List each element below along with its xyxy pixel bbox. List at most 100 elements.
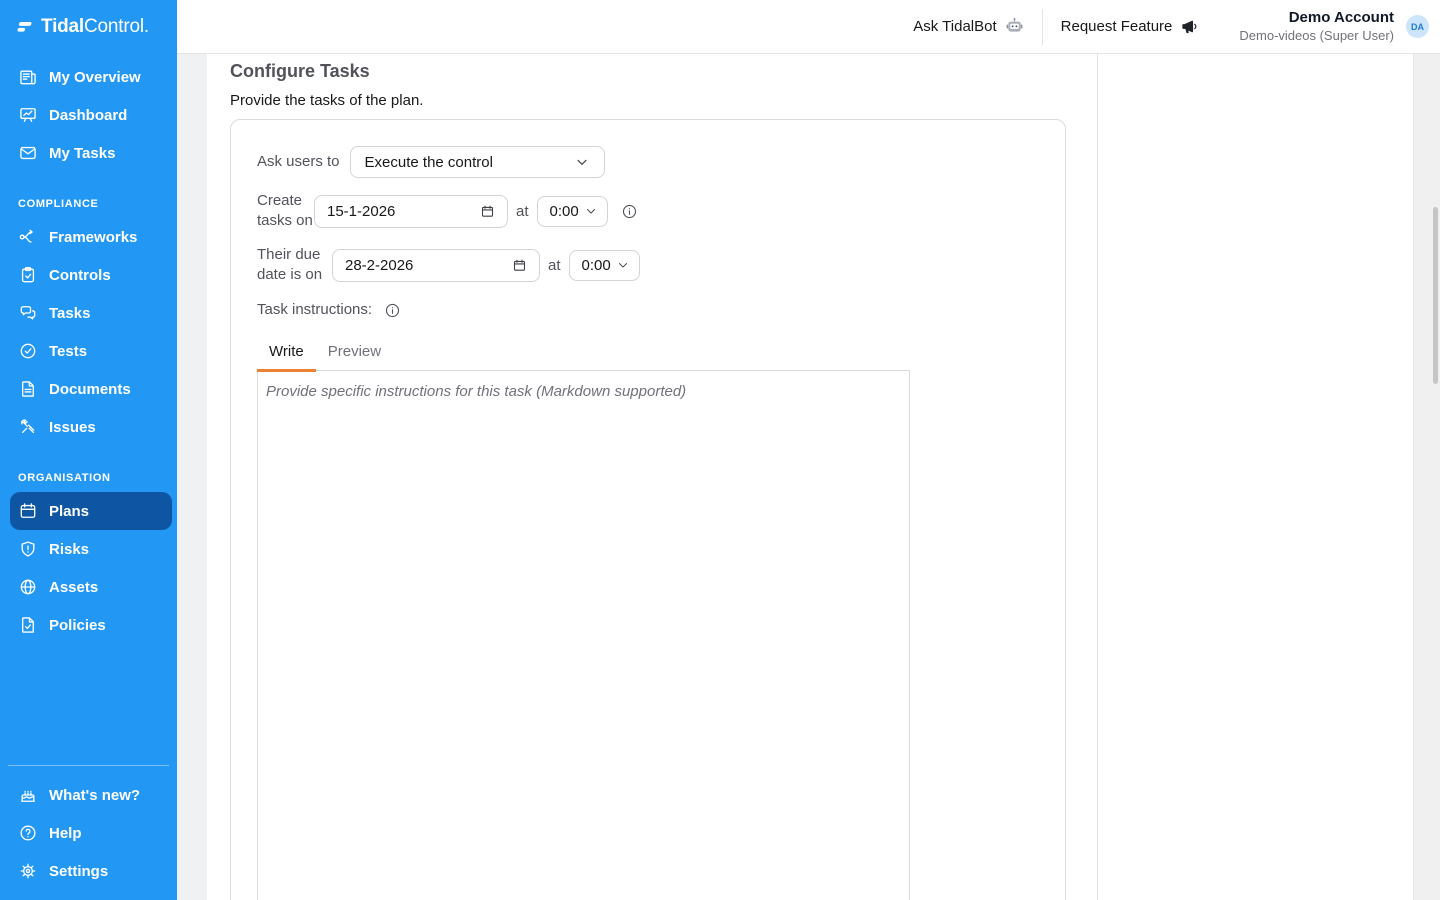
page-title: Configure Tasks — [230, 61, 1097, 82]
sidebar-item-controls[interactable]: Controls — [0, 256, 177, 294]
sidebar-item-label: Dashboard — [49, 107, 127, 124]
sidebar-item-documents[interactable]: Documents — [0, 370, 177, 408]
cake-icon — [18, 785, 38, 805]
sidebar-item-assets[interactable]: Assets — [0, 568, 177, 606]
sidebar-item-label: My Tasks — [49, 145, 115, 162]
newspaper-icon — [18, 67, 38, 87]
sidebar-item-label: Plans — [49, 503, 89, 520]
sidebar-item-label: Issues — [49, 419, 96, 436]
sidebar-nav: My Overview Dashboard My Tasks COMPLIANC… — [0, 54, 177, 900]
calendar-icon — [18, 501, 38, 521]
main-column: Configure Tasks Provide the tasks of the… — [207, 54, 1098, 900]
tidalcontrol-logo-icon — [14, 17, 34, 37]
create-tasks-info-button[interactable] — [621, 203, 638, 220]
sidebar-bottom-group: What's new? Help Settings — [8, 765, 169, 900]
scrollbar-thumb[interactable] — [1433, 207, 1438, 384]
info-icon — [621, 203, 638, 220]
instructions-textarea[interactable] — [258, 371, 909, 900]
due-time-value: 0:00 — [582, 257, 611, 274]
tab-write[interactable]: Write — [257, 337, 316, 370]
ask-users-label: Ask users to — [257, 152, 340, 172]
scrollbar-track — [1413, 54, 1440, 900]
chat-bubbles-icon — [18, 303, 38, 323]
sidebar: TidalControl. My Overview Dashboard My T… — [0, 0, 177, 900]
document-text-icon — [18, 379, 38, 399]
chevron-down-icon — [616, 258, 630, 272]
robot-icon — [1005, 17, 1024, 36]
shield-exclamation-icon — [18, 539, 38, 559]
sidebar-item-label: My Overview — [49, 69, 141, 86]
sidebar-item-label: Risks — [49, 541, 89, 558]
sidebar-item-policies[interactable]: Policies — [0, 606, 177, 644]
at-label: at — [516, 203, 529, 220]
account-name: Demo Account — [1239, 9, 1394, 28]
avatar[interactable]: DA — [1406, 15, 1429, 38]
page-subtitle: Provide the tasks of the plan. — [230, 92, 1097, 109]
request-feature-button[interactable]: Request Feature — [1061, 17, 1200, 36]
chevron-down-icon — [584, 204, 598, 218]
sidebar-item-settings[interactable]: Settings — [8, 852, 169, 890]
topbar-divider — [1042, 9, 1043, 45]
sidebar-item-tests[interactable]: Tests — [0, 332, 177, 370]
create-time-select[interactable]: 0:00 — [537, 196, 608, 227]
sidebar-item-label: Documents — [49, 381, 131, 398]
due-date-value: 28-2-2026 — [345, 257, 413, 274]
sidebar-item-label: Help — [49, 825, 82, 842]
sidebar-item-my-tasks[interactable]: My Tasks — [0, 134, 177, 172]
sidebar-item-risks[interactable]: Risks — [0, 530, 177, 568]
create-tasks-label: Create tasks on — [257, 191, 314, 231]
create-date-value: 15-1-2026 — [327, 203, 395, 220]
content-area: Configure Tasks Provide the tasks of the… — [177, 54, 1440, 900]
brand-name: TidalControl. — [41, 16, 149, 38]
account-role: Demo-videos (Super User) — [1239, 28, 1394, 44]
sidebar-item-issues[interactable]: Issues — [0, 408, 177, 446]
clipboard-check-icon — [18, 265, 38, 285]
account-info[interactable]: Demo Account Demo-videos (Super User) — [1239, 9, 1394, 44]
editor-tabs: Write Preview — [257, 337, 910, 371]
tasks-form-card: Ask users to Execute the control Create … — [230, 119, 1066, 900]
wrench-screwdriver-icon — [18, 417, 38, 437]
topbar: Ask TidalBot Request Feature Demo Accoun… — [177, 0, 1440, 54]
document-check-icon — [18, 615, 38, 635]
due-date-input[interactable]: 28-2-2026 — [332, 249, 540, 282]
sidebar-item-label: Controls — [49, 267, 111, 284]
calendar-picker-icon — [512, 258, 527, 273]
sidebar-item-label: Tasks — [49, 305, 90, 322]
create-date-input[interactable]: 15-1-2026 — [314, 195, 508, 228]
sidebar-item-label: Tests — [49, 343, 87, 360]
create-time-value: 0:00 — [550, 203, 579, 220]
ask-users-select[interactable]: Execute the control — [350, 146, 605, 178]
info-icon — [384, 302, 401, 319]
sidebar-item-whats-new[interactable]: What's new? — [8, 776, 169, 814]
tab-preview[interactable]: Preview — [316, 337, 393, 370]
envelope-icon — [18, 143, 38, 163]
megaphone-icon — [1180, 17, 1199, 36]
create-tasks-row: Create tasks on 15-1-2026 at 0:00 — [257, 191, 1065, 231]
due-date-label: Their due date is on — [257, 245, 323, 285]
check-badge-icon — [18, 341, 38, 361]
ask-users-value: Execute the control — [365, 154, 493, 171]
ask-users-row: Ask users to Execute the control — [257, 146, 1065, 178]
sidebar-item-label: Frameworks — [49, 229, 137, 246]
calendar-picker-icon — [480, 204, 495, 219]
sidebar-item-help[interactable]: Help — [8, 814, 169, 852]
brand-logo[interactable]: TidalControl. — [0, 0, 177, 54]
sidebar-item-tasks[interactable]: Tasks — [0, 294, 177, 332]
sidebar-item-label: What's new? — [49, 787, 140, 804]
ask-tidalbot-button[interactable]: Ask TidalBot — [913, 17, 1023, 36]
sidebar-section-compliance: COMPLIANCE — [0, 198, 177, 210]
request-feature-label: Request Feature — [1061, 18, 1173, 35]
presentation-chart-icon — [18, 105, 38, 125]
due-date-row: Their due date is on 28-2-2026 at 0:00 — [257, 245, 1065, 285]
sidebar-item-my-overview[interactable]: My Overview — [0, 58, 177, 96]
sidebar-item-frameworks[interactable]: Frameworks — [0, 218, 177, 256]
flow-branch-icon — [18, 227, 38, 247]
at-label: at — [548, 257, 561, 274]
sidebar-item-dashboard[interactable]: Dashboard — [0, 96, 177, 134]
due-time-select[interactable]: 0:00 — [569, 250, 640, 281]
ask-tidalbot-label: Ask TidalBot — [913, 18, 996, 35]
left-gutter — [177, 54, 207, 900]
task-instructions-info-button[interactable] — [384, 302, 401, 319]
sidebar-item-plans[interactable]: Plans — [10, 492, 172, 530]
chevron-down-icon — [574, 154, 590, 170]
